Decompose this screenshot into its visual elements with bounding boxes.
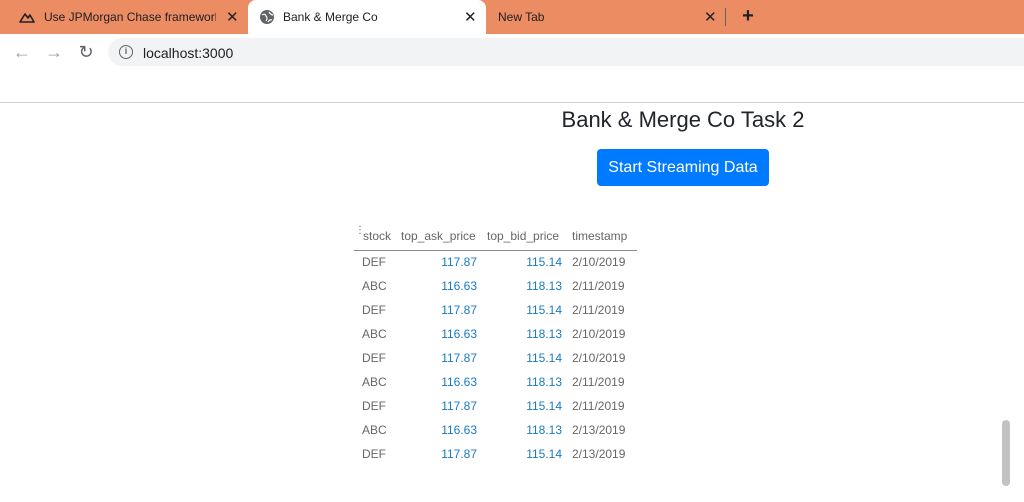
cell-top-bid-price: 118.13 — [526, 375, 562, 389]
column-menu-icon[interactable]: ⋮ — [355, 226, 365, 243]
table-row: ABC 116.63 118.13 2/11/2019 — [354, 275, 637, 299]
cell-top-bid-price: 118.13 — [526, 327, 562, 341]
tab-strip: Use JPMorgan Chase frameworks ✕ Bank & M… — [0, 0, 1024, 34]
cell-top-ask-price: 116.63 — [441, 327, 477, 341]
grid-header: ⋮ stock top_ask_price top_bid_price time… — [354, 224, 637, 251]
reload-icon[interactable]: ↻ — [76, 42, 96, 62]
cell-timestamp: 2/11/2019 — [572, 279, 625, 293]
column-header-timestamp[interactable]: timestamp — [572, 229, 627, 243]
tab-title: Bank & Merge Co — [283, 10, 378, 24]
cell-stock: ABC — [362, 327, 387, 341]
cell-stock: ABC — [362, 375, 387, 389]
cell-stock: DEF — [362, 303, 386, 317]
close-icon[interactable]: ✕ — [226, 10, 239, 25]
cell-timestamp: 2/13/2019 — [572, 447, 626, 461]
table-row: DEF 117.87 115.14 2/10/2019 — [354, 347, 637, 371]
cell-timestamp: 2/13/2019 — [572, 423, 626, 437]
cell-timestamp: 2/11/2019 — [572, 375, 625, 389]
info-icon[interactable]: i — [119, 45, 133, 59]
cell-stock: ABC — [362, 279, 387, 293]
cell-top-bid-price: 115.14 — [526, 447, 562, 461]
cell-top-bid-price: 115.14 — [526, 399, 562, 413]
cell-top-bid-price: 115.14 — [526, 255, 562, 269]
cell-top-ask-price: 117.87 — [441, 351, 477, 365]
forward-arrow-icon[interactable]: → — [44, 42, 64, 62]
column-header-top-ask-price[interactable]: top_ask_price — [401, 229, 476, 243]
globe-icon — [260, 10, 274, 24]
cell-top-ask-price: 117.87 — [441, 399, 477, 413]
cell-stock: ABC — [362, 423, 387, 437]
cell-stock: DEF — [362, 447, 386, 461]
close-icon[interactable]: ✕ — [704, 10, 717, 25]
cell-top-ask-price: 117.87 — [441, 447, 477, 461]
cell-timestamp: 2/11/2019 — [572, 399, 625, 413]
tab-jpmorgan[interactable]: Use JPMorgan Chase frameworks ✕ — [0, 0, 246, 34]
close-icon[interactable]: ✕ — [464, 10, 477, 25]
cell-top-ask-price: 116.63 — [441, 375, 477, 389]
table-row: ABC 116.63 118.13 2/11/2019 — [354, 371, 637, 395]
table-row: DEF 117.87 115.14 2/10/2019 — [354, 251, 637, 275]
cell-timestamp: 2/10/2019 — [572, 255, 626, 269]
column-header-stock[interactable]: stock — [363, 229, 391, 243]
cell-stock: DEF — [362, 399, 386, 413]
cell-timestamp: 2/11/2019 — [572, 303, 625, 317]
cell-top-bid-price: 118.13 — [526, 423, 562, 437]
cell-top-bid-price: 115.14 — [526, 351, 562, 365]
tab-new-tab[interactable]: New Tab ✕ — [486, 0, 726, 34]
cell-timestamp: 2/10/2019 — [572, 327, 626, 341]
grid-body: DEF 117.87 115.14 2/10/2019 ABC 116.63 118.13 2… — [354, 251, 637, 467]
column-header-top-bid-price[interactable]: top_bid_price — [487, 229, 559, 243]
start-streaming-button[interactable]: Start Streaming Data — [597, 149, 769, 186]
scrollbar-thumb[interactable] — [1002, 420, 1010, 486]
tab-title: New Tab — [498, 10, 545, 24]
cell-top-ask-price: 116.63 — [441, 279, 477, 293]
table-row: DEF 117.87 115.14 2/11/2019 — [354, 395, 637, 419]
cell-stock: DEF — [362, 351, 386, 365]
cell-top-bid-price: 115.14 — [526, 303, 562, 317]
back-arrow-icon[interactable]: ← — [12, 42, 32, 62]
table-row: ABC 116.63 118.13 2/13/2019 — [354, 419, 637, 443]
new-tab-button[interactable]: + — [738, 6, 758, 28]
page-title: Bank & Merge Co Task 2 — [561, 107, 805, 132]
cell-timestamp: 2/10/2019 — [572, 351, 626, 365]
url-text: localhost:3000 — [143, 45, 234, 61]
tab-title: Use JPMorgan Chase frameworks — [44, 10, 216, 24]
table-row: DEF 117.87 115.14 2/11/2019 — [354, 299, 637, 323]
tab-bank-merge[interactable]: Bank & Merge Co ✕ — [248, 0, 486, 34]
cell-top-ask-price: 117.87 — [441, 303, 477, 317]
data-grid: ⋮ stock top_ask_price top_bid_price time… — [354, 224, 637, 467]
cell-top-ask-price: 117.87 — [441, 255, 477, 269]
cell-stock: DEF — [362, 255, 386, 269]
table-row: DEF 117.87 115.14 2/13/2019 — [354, 443, 637, 467]
cell-top-bid-price: 118.13 — [526, 279, 562, 293]
divider — [0, 102, 1024, 103]
mountain-icon — [19, 13, 35, 23]
browser-toolbar: ← → ↻ i localhost:3000 — [0, 34, 1024, 70]
table-row: ABC 116.63 118.13 2/10/2019 — [354, 323, 637, 347]
tab-divider — [725, 8, 726, 26]
cell-top-ask-price: 116.63 — [441, 423, 477, 437]
address-bar[interactable]: i localhost:3000 — [108, 38, 1024, 66]
